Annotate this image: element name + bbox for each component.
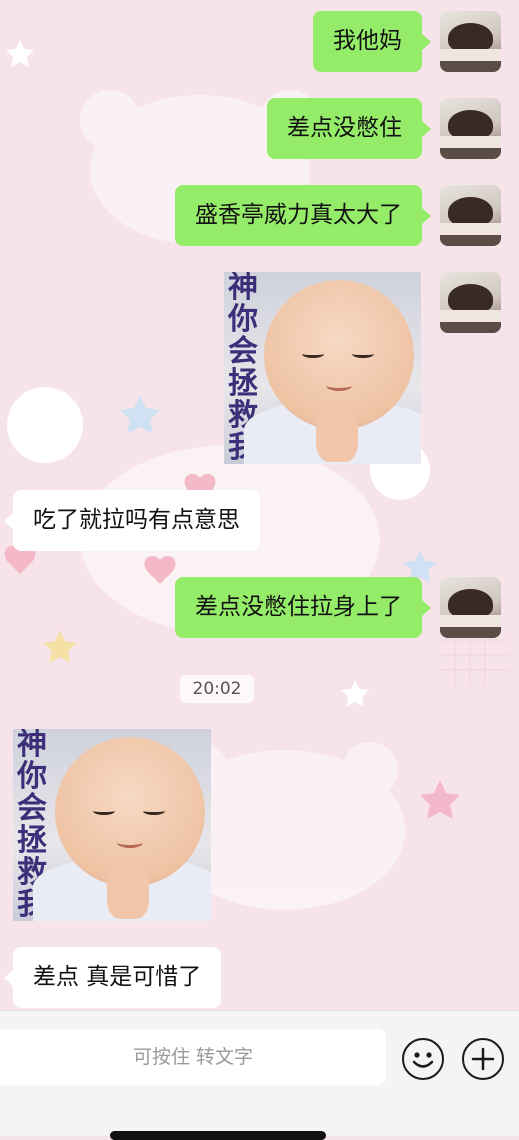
message-bubble-sent[interactable]: 盛香亭威力真太大了 <box>175 185 431 246</box>
message-bubble-sent[interactable]: 差点没憋住拉身上了 <box>175 577 431 638</box>
emoji-icon[interactable] <box>402 1038 444 1080</box>
voice-hint-label: 可按住 转文字 <box>132 1046 254 1068</box>
message-bubble-received[interactable]: 吃了就拉吗有点意思 <box>4 490 260 551</box>
message-text: 差点 真是可惜了 <box>33 964 202 990</box>
hold-to-talk-button[interactable]: 可按住 转文字 <box>0 1029 386 1085</box>
message-bubble-sent[interactable]: 差点没憋住 <box>267 98 431 159</box>
sticker-baby-praying[interactable]: 神你会拯救我吗 <box>13 729 211 921</box>
home-indicator <box>110 1131 326 1140</box>
my-avatar[interactable] <box>440 272 501 333</box>
chat-input-bar: 可按住 转文字 <box>0 1010 519 1140</box>
message-text: 盛香亭威力真太大了 <box>195 202 402 228</box>
plus-icon[interactable] <box>462 1038 504 1080</box>
chat-timestamp: 20:02 <box>180 675 254 703</box>
my-avatar[interactable] <box>440 11 501 72</box>
sticker-baby-praying[interactable]: 神你会拯救我吗 <box>224 272 421 464</box>
my-avatar[interactable] <box>440 98 501 159</box>
message-text: 差点没憋住 <box>287 115 402 141</box>
message-text: 吃了就拉吗有点意思 <box>33 507 240 533</box>
message-bubble-received[interactable]: 差点 真是可惜了 <box>3 947 222 1008</box>
message-text: 差点没憋住拉身上了 <box>195 594 402 620</box>
my-avatar[interactable] <box>440 577 501 638</box>
message-bubble-sent[interactable]: 我他妈 <box>313 11 431 72</box>
message-text: 我他妈 <box>333 28 402 54</box>
my-avatar[interactable] <box>440 185 501 246</box>
